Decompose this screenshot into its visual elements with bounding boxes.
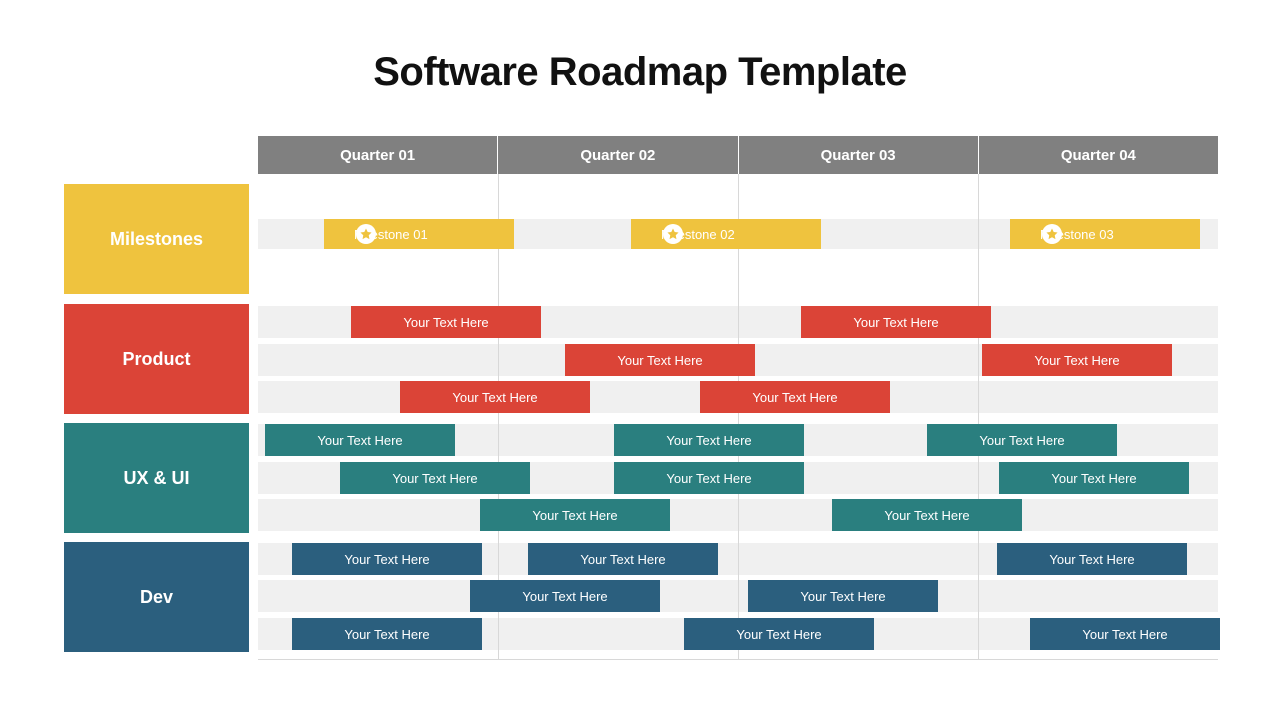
task-bar-label: Your Text Here (532, 507, 618, 523)
task-bar-label: Your Text Here (666, 470, 752, 486)
task-bar-label: Your Text Here (392, 470, 478, 486)
task-bar[interactable]: Your Text Here (480, 499, 670, 531)
task-bar-label: Your Text Here (666, 432, 752, 448)
task-bar-label: Your Text Here (979, 432, 1065, 448)
task-bar[interactable]: Your Text Here (265, 424, 455, 456)
lane-label-text: Milestones (109, 228, 204, 249)
task-bar[interactable]: Your Text Here (982, 344, 1172, 376)
task-bar-label: Your Text Here (403, 314, 489, 330)
quarter-header-3[interactable]: Quarter 03 (738, 136, 979, 174)
task-bar[interactable]: Your Text Here (801, 306, 991, 338)
task-bar[interactable]: Your Text Here (832, 499, 1022, 531)
task-bar[interactable]: Your Text Here (997, 543, 1187, 575)
task-bar-label: Your Text Here (452, 389, 538, 405)
quarter-header-label: Quarter 01 (340, 146, 416, 164)
task-bar[interactable]: Your Text Here (292, 543, 482, 575)
task-bar[interactable]: Your Text Here (684, 618, 874, 650)
task-bar[interactable]: Your Text Here (614, 462, 804, 494)
task-bar[interactable]: Your Text Here (614, 424, 804, 456)
task-bar-label: Your Text Here (344, 551, 430, 567)
lane-label-product[interactable]: Product (64, 304, 249, 414)
task-bar-label: Your Text Here (853, 314, 939, 330)
task-bar[interactable]: Your Text Here (292, 618, 482, 650)
lane-label-text: Dev (139, 586, 174, 607)
task-bar[interactable]: Your Text Here (565, 344, 755, 376)
milestone-bar[interactable]: Milestone 01 (324, 219, 514, 249)
task-bar-label: Your Text Here (736, 626, 822, 642)
task-bar[interactable]: Your Text Here (400, 381, 590, 413)
quarter-header-4[interactable]: Quarter 04 (978, 136, 1218, 174)
lane-label-ux_ui[interactable]: UX & UI (64, 423, 249, 533)
task-bar-label: Your Text Here (344, 626, 430, 642)
lane-label-milestones[interactable]: Milestones (64, 184, 249, 294)
task-bar-label: Your Text Here (1051, 470, 1137, 486)
task-bar[interactable]: Your Text Here (927, 424, 1117, 456)
task-bar-label: Your Text Here (884, 507, 970, 523)
task-bar[interactable]: Your Text Here (748, 580, 938, 612)
star-icon (1042, 224, 1062, 244)
column-divider-3 (978, 174, 979, 660)
task-bar-label: Your Text Here (617, 352, 703, 368)
quarter-header-label: Quarter 03 (820, 146, 896, 164)
grid-bottom-rule (258, 659, 1218, 660)
task-bar[interactable]: Your Text Here (1030, 618, 1220, 650)
quarter-header-row: Quarter 01 Quarter 02 Quarter 03 Quarter 04 (258, 136, 1218, 174)
star-icon (356, 224, 376, 244)
task-bar[interactable]: Your Text Here (340, 462, 530, 494)
roadmap-grid: Quarter 01 Quarter 02 Quarter 03 Quarter 04… (258, 136, 1220, 660)
milestone-bar[interactable]: Milestone 02 (631, 219, 821, 249)
quarter-header-2[interactable]: Quarter 02 (498, 136, 739, 174)
task-bar-label: Your Text Here (800, 588, 886, 604)
task-bar[interactable]: Your Text Here (351, 306, 541, 338)
task-bar-label: Your Text Here (1082, 626, 1168, 642)
lane-label-text: Product (122, 348, 191, 369)
task-bar-label: Your Text Here (1049, 551, 1135, 567)
task-bar-label: Your Text Here (580, 551, 666, 567)
task-bar[interactable]: Your Text Here (999, 462, 1189, 494)
task-bar[interactable]: Your Text Here (700, 381, 890, 413)
quarter-header-label: Quarter 04 (1060, 146, 1136, 164)
lane-label-dev[interactable]: Dev (64, 542, 249, 652)
star-icon (663, 224, 683, 244)
milestone-bar[interactable]: Milestone 03 (1010, 219, 1200, 249)
task-bar-label: Your Text Here (1034, 352, 1120, 368)
task-bar[interactable]: Your Text Here (470, 580, 660, 612)
page-title: Software Roadmap Template (373, 50, 907, 94)
quarter-header-label: Quarter 02 (580, 146, 656, 164)
task-bar-label: Your Text Here (752, 389, 838, 405)
quarter-header-1[interactable]: Quarter 01 (258, 136, 499, 174)
lane-label-text: UX & UI (123, 467, 190, 488)
task-bar-label: Your Text Here (317, 432, 403, 448)
task-bar-label: Your Text Here (522, 588, 608, 604)
task-bar[interactable]: Your Text Here (528, 543, 718, 575)
